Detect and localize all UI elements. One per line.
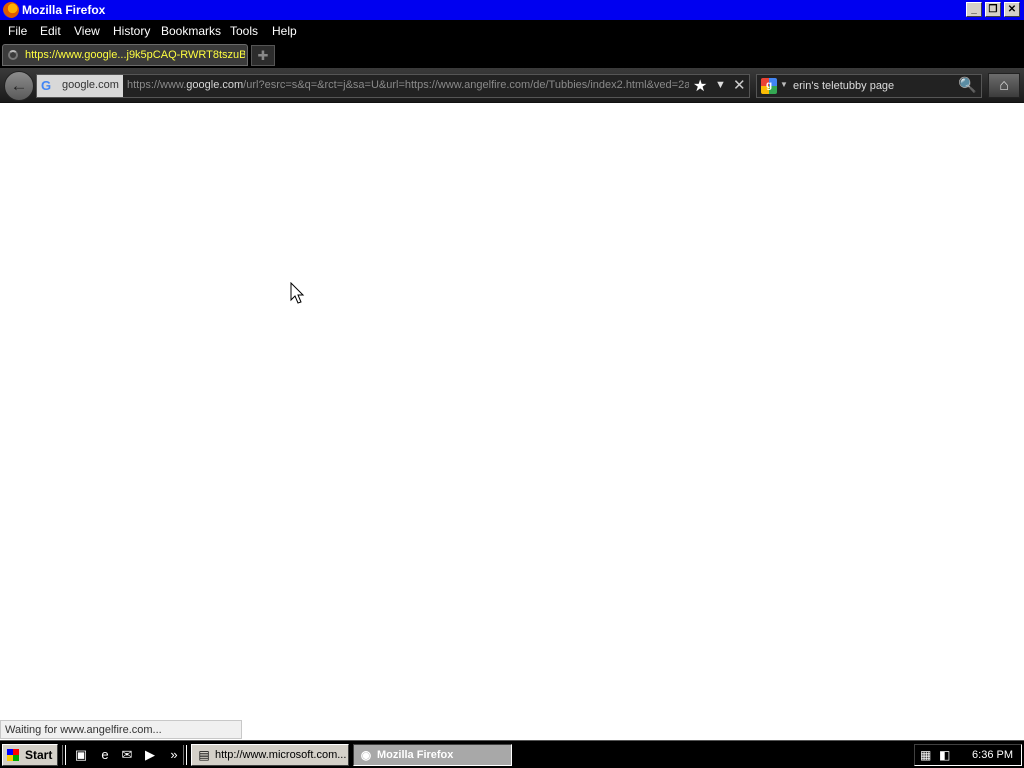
firefox-icon[interactable] [3, 2, 19, 18]
menu-file[interactable]: File [8, 24, 27, 38]
loading-spinner-icon [8, 50, 18, 60]
tab-label: https://www.google...j9k5pCAQ-RWRT8tszuB [25, 49, 245, 61]
windows-media-icon[interactable]: ▶ [141, 746, 159, 764]
show-desktop-icon[interactable]: ▣ [72, 746, 90, 764]
windows-flag-icon [7, 749, 19, 761]
system-tray: ▦ ◧ 6:36 PM [914, 744, 1022, 766]
internet-explorer-icon[interactable]: e [96, 746, 114, 764]
start-label: Start [25, 748, 53, 762]
menu-view[interactable]: View [74, 24, 100, 38]
status-bar: Waiting for www.angelfire.com... [0, 720, 242, 739]
menu-help[interactable]: Help [272, 24, 297, 38]
home-icon: ⌂ [999, 77, 1009, 94]
home-button[interactable]: ⌂ [988, 73, 1020, 98]
navigation-toolbar: ← G google.com https://www.google.com/ur… [0, 68, 1024, 103]
new-tab-button[interactable]: ✚ [251, 45, 275, 66]
search-input[interactable]: erin's teletubby page [793, 80, 894, 92]
mouse-cursor-icon [290, 282, 305, 304]
start-button[interactable]: Start [2, 744, 58, 766]
network-icon[interactable]: ▦ [920, 748, 931, 762]
task-label: Mozilla Firefox [377, 749, 454, 761]
taskbar-ie-window[interactable]: ▤ http://www.microsoft.com... [191, 744, 349, 766]
url-host: google.com [186, 79, 244, 91]
close-button[interactable]: ✕ [1004, 2, 1020, 17]
restore-button[interactable]: ❐ [985, 2, 1001, 17]
google-g-icon: G [41, 78, 52, 93]
search-bar[interactable]: g ▼ erin's teletubby page 🔍 [756, 74, 982, 98]
magnifier-icon[interactable]: 🔍 [958, 76, 977, 94]
task-label: http://www.microsoft.com... [215, 749, 347, 761]
taskbar-separator [183, 745, 187, 765]
bookmark-star-icon[interactable]: ★ [693, 76, 707, 96]
url-path: /url?esrc=s&q=&rct=j&sa=U&url=https://ww… [243, 79, 689, 91]
engine-dropdown-icon[interactable]: ▼ [780, 80, 788, 89]
back-button[interactable]: ← [4, 71, 34, 101]
site-identity-label: google.com [62, 79, 119, 91]
outlook-express-icon[interactable]: ✉ [118, 746, 136, 764]
page-content [0, 103, 1024, 720]
window-title: Mozilla Firefox [22, 3, 106, 17]
title-bar: Mozilla Firefox _ ❐ ✕ [0, 0, 1024, 20]
volume-icon[interactable]: ◧ [939, 748, 950, 762]
taskbar-separator [62, 745, 66, 765]
site-identity-button[interactable]: G google.com [37, 75, 123, 97]
taskbar-firefox-window[interactable]: ◉ Mozilla Firefox [353, 744, 512, 766]
tab-strip: https://www.google...j9k5pCAQ-RWRT8tszuB… [0, 42, 1024, 68]
menu-bookmarks[interactable]: Bookmarks [161, 24, 221, 38]
ie-page-icon: ▤ [198, 748, 210, 762]
url-input[interactable]: https://www.google.com/url?esrc=s&q=&rct… [127, 79, 689, 91]
clock[interactable]: 6:36 PM [972, 749, 1013, 761]
stop-icon[interactable]: ✕ [733, 76, 746, 94]
menu-edit[interactable]: Edit [40, 24, 61, 38]
url-prefix: https://www. [127, 79, 187, 91]
plus-icon: ✚ [257, 48, 269, 63]
dropdown-arrow-icon[interactable]: ▼ [715, 79, 726, 91]
quicklaunch-more-icon[interactable]: » [165, 746, 183, 764]
tab-google-redirect[interactable]: https://www.google...j9k5pCAQ-RWRT8tszuB [2, 44, 248, 66]
url-bar[interactable]: G google.com https://www.google.com/url?… [36, 74, 750, 98]
menu-tools[interactable]: Tools [230, 24, 258, 38]
menu-bar: File Edit View History Bookmarks Tools H… [0, 20, 1024, 42]
minimize-button[interactable]: _ [966, 2, 982, 17]
taskbar: Start ▣ e ✉ ▶ » ▤ http://www.microsoft.c… [0, 740, 1024, 768]
firefox-icon: ◉ [360, 748, 372, 762]
menu-history[interactable]: History [113, 24, 150, 38]
search-engine-icon[interactable]: g [761, 78, 777, 94]
back-arrow-icon: ← [10, 76, 28, 95]
